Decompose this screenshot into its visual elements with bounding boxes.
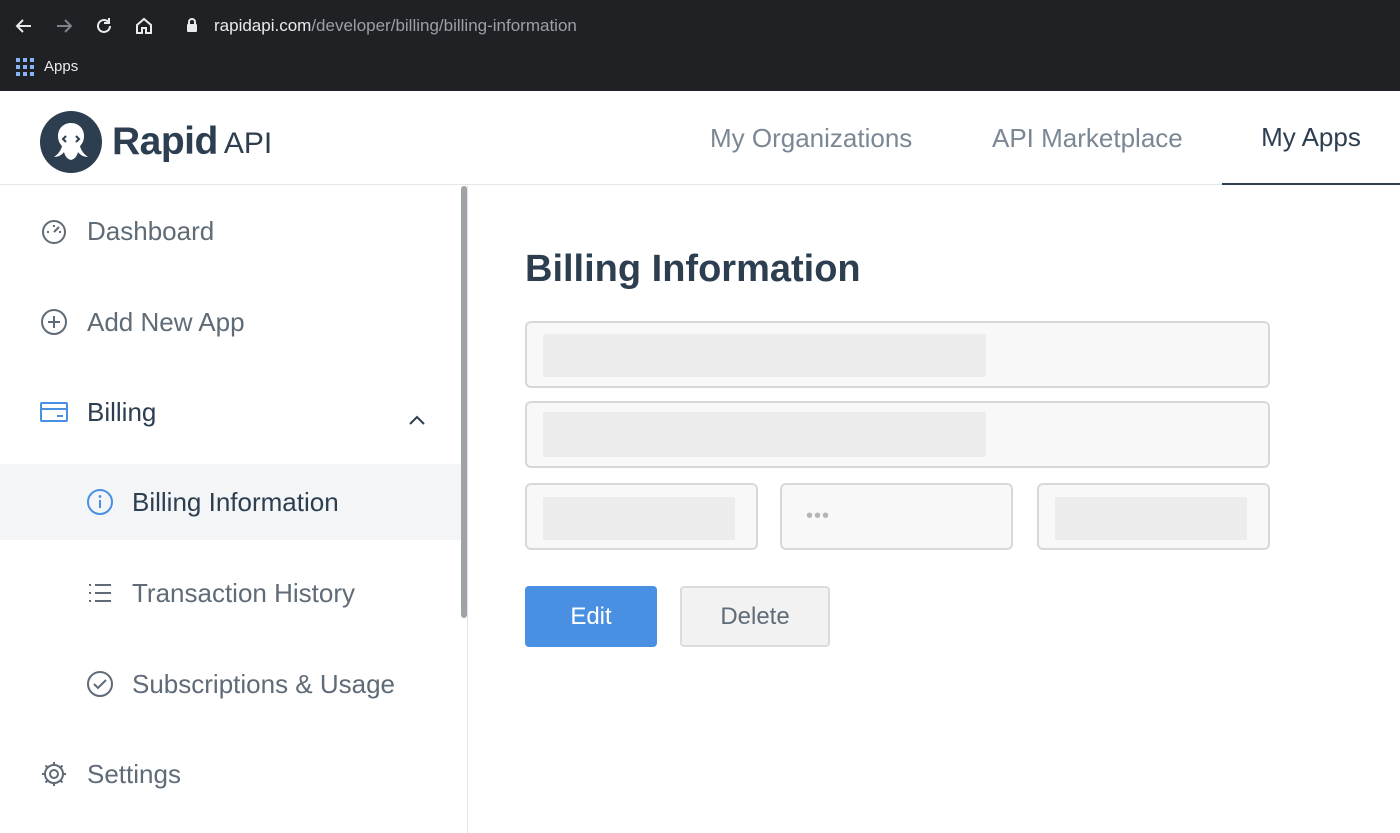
site-header: Rapid API My Organizations API Marketpla… (0, 91, 1400, 185)
sidebar-item-billing[interactable]: Billing (0, 374, 461, 450)
sidebar-item-label: Add New App (87, 306, 245, 337)
sidebar-item-add-new-app[interactable]: Add New App (0, 284, 461, 360)
sidebar-item-subscriptions-usage[interactable]: Subscriptions & Usage (0, 646, 461, 722)
rapidapi-logo[interactable]: Rapid API (40, 111, 272, 173)
bookmarks-bar (0, 53, 1400, 91)
cvc-field[interactable]: ••• (780, 483, 1013, 550)
loading-placeholder (543, 334, 986, 377)
sidebar-item-billing-information[interactable]: Billing Information (0, 464, 461, 540)
zip-field[interactable] (1037, 483, 1270, 550)
reload-icon[interactable] (90, 12, 118, 40)
sidebar: Dashboard Add New App Billing Billing In… (0, 185, 462, 833)
card-holder-field[interactable] (525, 321, 1270, 388)
octopus-logo-icon (40, 111, 102, 173)
apps-grid-icon[interactable] (16, 58, 34, 76)
delete-button[interactable]: Delete (680, 586, 830, 647)
browser-chrome: rapidapi.com/developer/billing/billing-i… (0, 0, 1400, 91)
loading-placeholder (543, 497, 735, 540)
credit-card-icon (39, 397, 69, 427)
page-title: Billing Information (525, 248, 861, 290)
home-icon[interactable] (130, 12, 158, 40)
chevron-up-icon[interactable] (408, 402, 426, 433)
card-number-field[interactable] (525, 401, 1270, 468)
nav-my-apps[interactable]: My Apps (1222, 91, 1400, 185)
nav-my-organizations[interactable]: My Organizations (710, 91, 912, 185)
loading-placeholder (543, 412, 986, 457)
back-arrow-icon[interactable] (10, 12, 38, 40)
url-path: /developer/billing/billing-information (311, 16, 577, 35)
url-host: rapidapi.com (214, 16, 312, 35)
info-icon (85, 487, 115, 517)
sidebar-item-label: Transaction History (132, 577, 355, 608)
sidebar-item-label: Dashboard (87, 215, 215, 246)
logo-wordmark: Rapid (112, 120, 218, 163)
address-bar[interactable]: rapidapi.com/developer/billing/billing-i… (214, 16, 577, 36)
gear-icon (39, 759, 69, 789)
sidebar-item-label: Billing (87, 396, 157, 427)
sidebar-item-dashboard[interactable]: Dashboard (0, 193, 461, 269)
sidebar-item-label: Settings (87, 758, 181, 789)
sidebar-item-settings[interactable]: Settings (0, 736, 461, 812)
expiry-field[interactable] (525, 483, 758, 550)
sidebar-item-label: Subscriptions & Usage (132, 668, 396, 699)
logo-suffix: API (223, 127, 273, 160)
check-circle-icon (85, 669, 115, 699)
lock-icon (186, 17, 198, 38)
forward-arrow-icon[interactable] (50, 12, 78, 40)
dashboard-gauge-icon (39, 216, 69, 246)
edit-button[interactable]: Edit (525, 586, 657, 647)
plus-circle-icon (39, 307, 69, 337)
sidebar-divider (467, 185, 468, 833)
bookmark-apps[interactable]: Apps (44, 58, 78, 75)
sidebar-item-transaction-history[interactable]: Transaction History (0, 555, 461, 631)
sidebar-item-label: Billing Information (132, 486, 339, 517)
nav-api-marketplace[interactable]: API Marketplace (992, 91, 1183, 185)
loading-placeholder (1055, 497, 1247, 540)
list-icon (85, 578, 115, 608)
masked-value: ••• (806, 505, 831, 527)
